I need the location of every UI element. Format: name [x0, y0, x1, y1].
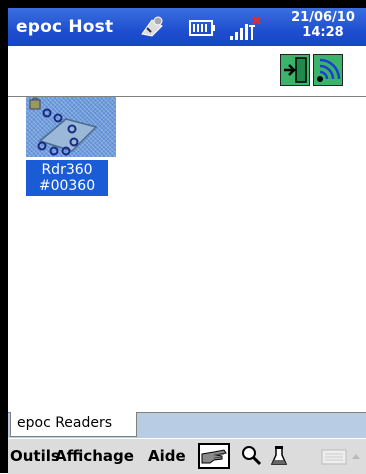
sync-icon[interactable]	[138, 14, 166, 40]
toolbar	[8, 46, 366, 97]
clock[interactable]: 21/06/10 14:28	[283, 10, 363, 40]
title-bar: epoc Host 21/06/10 14:28	[8, 8, 366, 46]
reader-label[interactable]: Rdr360 #00360	[26, 160, 108, 196]
menu-affichage[interactable]: Affichage	[55, 447, 134, 465]
time-text: 14:28	[302, 25, 344, 40]
menu-outils[interactable]: Outils	[10, 447, 60, 465]
signal-off-icon[interactable]	[228, 16, 262, 42]
battery-icon[interactable]	[188, 18, 216, 38]
reader-name: Rdr360	[41, 162, 93, 178]
exit-button[interactable]	[280, 54, 310, 86]
keyboard-icon[interactable]	[314, 444, 364, 470]
wireless-button[interactable]	[313, 54, 343, 86]
reader-tile[interactable]	[26, 97, 116, 157]
wireless-signal-icon	[317, 58, 341, 82]
exit-door-icon	[284, 57, 307, 83]
menu-aide[interactable]: Aide	[148, 447, 186, 465]
reader-device-icon	[29, 97, 98, 156]
tab-strip: epoc Readers	[8, 412, 366, 439]
menu-bar: Outils Affichage Aide	[8, 438, 366, 474]
readers-list[interactable]: Rdr360 #00360	[8, 97, 366, 412]
hand-icon	[201, 449, 227, 464]
reader-item[interactable]: Rdr360 #00360	[26, 97, 116, 196]
hand-button[interactable]	[198, 443, 230, 469]
date-text: 21/06/10	[291, 10, 355, 25]
reader-serial: #00360	[38, 178, 96, 194]
flask-icon[interactable]	[270, 444, 288, 468]
zoom-icon[interactable]	[240, 444, 262, 468]
tab-epoc-readers[interactable]: epoc Readers	[10, 412, 137, 437]
app-title: epoc Host	[16, 17, 114, 37]
